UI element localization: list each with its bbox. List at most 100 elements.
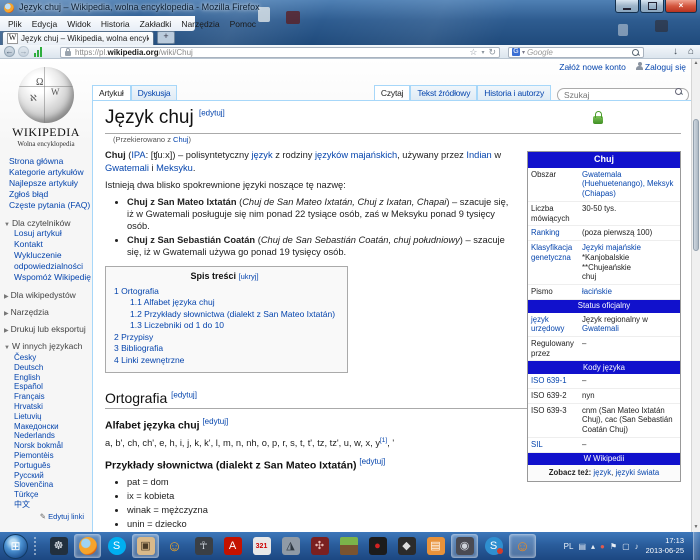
toc-item[interactable]: 4 Linki zewnętrzne — [114, 355, 335, 367]
wikipedia-logo[interactable]: ΩWℵ — [18, 67, 74, 123]
language-link[interactable]: Français — [14, 392, 92, 402]
language-link[interactable]: 中文 — [14, 500, 92, 510]
hidden-icons-arrow[interactable]: ▴ — [591, 542, 595, 551]
scrollbar-thumb[interactable] — [693, 119, 699, 251]
search-engine-dropdown-icon[interactable]: ▾ — [522, 49, 525, 56]
antivirus-icon[interactable]: ● — [600, 542, 605, 551]
browser-search-bar[interactable]: G ▾ Google — [508, 47, 644, 58]
inline-link[interactable]: Języki majańskie — [582, 243, 641, 252]
menu-zakładki[interactable]: Zakładki — [135, 19, 177, 29]
infobox-label[interactable]: Ranking — [528, 226, 579, 240]
menu-widok[interactable]: Widok — [62, 19, 96, 29]
flag-icon[interactable]: ⚑ — [610, 542, 617, 551]
vertical-scrollbar[interactable]: ▲ ▼ — [691, 59, 700, 532]
login-link[interactable]: Zaloguj się — [636, 62, 686, 72]
sidebar-section-collapsed[interactable]: ▶Drukuj lub eksportuj — [0, 324, 92, 334]
language-link[interactable]: Türkçe — [14, 490, 92, 500]
sidebar-link[interactable]: Losuj artykuł — [14, 228, 92, 239]
url-dropdown-icon[interactable]: ▾ — [481, 49, 484, 56]
taskbar-pinned-app-dark[interactable]: ☸ — [45, 534, 72, 558]
language-link[interactable]: Slovenčina — [14, 480, 92, 490]
inline-link[interactable]: język — [593, 468, 611, 477]
edit-section-link[interactable]: [edytuj] — [359, 457, 385, 466]
sidebar-section-readers[interactable]: ▼Dla czytelników — [0, 218, 92, 228]
search-engine-name[interactable]: Google — [527, 48, 632, 57]
menu-pomoc[interactable]: Pomoc — [225, 19, 261, 29]
taskbar-photo-app[interactable]: ◆ — [393, 534, 420, 558]
language-link[interactable]: Македонски — [14, 422, 92, 432]
printer-icon[interactable]: ▤ — [578, 542, 586, 551]
minimize-button[interactable] — [615, 0, 639, 13]
scroll-down-arrow[interactable]: ▼ — [692, 523, 700, 532]
edit-interlanguage-links[interactable]: ✎ Edytuj linki — [0, 512, 92, 521]
page-tab[interactable]: Tekst źródłowy — [410, 85, 477, 100]
url-text[interactable]: https://pl.wikipedia.org/wiki/Chuj — [75, 48, 469, 57]
menu-narzędzia[interactable]: Narzędzia — [176, 19, 224, 29]
taskbar-minecraft[interactable] — [335, 534, 362, 558]
language-link[interactable]: Lietuvių — [14, 412, 92, 422]
inline-link[interactable]: Gwatemali — [105, 163, 149, 173]
taskbar-skype-alt[interactable]: S — [480, 534, 507, 558]
language-link[interactable]: Piemontèis — [14, 451, 92, 461]
taskbar-sun-app[interactable]: ☺ — [509, 534, 536, 558]
inline-link[interactable]: IPA — [131, 150, 145, 160]
browser-tab[interactable]: W Język chuj – Wikipedia, wolna encyklop… — [2, 31, 154, 45]
keyboard-language-indicator[interactable]: PL — [564, 542, 574, 551]
start-button[interactable]: ⊞ — [3, 534, 28, 559]
language-link[interactable]: Norsk bokmål — [14, 441, 92, 451]
inline-link[interactable]: języków majańskich — [315, 150, 397, 160]
back-button[interactable]: ← — [4, 46, 15, 57]
page-tab[interactable]: Dyskusja — [131, 85, 178, 100]
search-engine-icon[interactable]: G — [512, 48, 520, 56]
taskbar-wolf-app[interactable]: ◮ — [277, 534, 304, 558]
sidebar-link[interactable]: Wykluczenie odpowiedzialności — [14, 250, 92, 272]
sidebar-section-collapsed[interactable]: ▶Dla wikipedystów — [0, 290, 92, 300]
wiki-search-magnifier-icon[interactable] — [675, 88, 682, 95]
sidebar-link[interactable]: Częste pytania (FAQ) — [9, 200, 92, 211]
inline-link[interactable]: Indian — [466, 150, 491, 160]
addon-stats-icon[interactable] — [34, 47, 42, 57]
toc-item[interactable]: 1 Ortografia — [114, 286, 335, 298]
infobox-label[interactable]: język urzędowy — [528, 313, 579, 336]
taskbar-skype[interactable]: S — [103, 534, 130, 558]
inline-link[interactable]: Meksyku — [156, 163, 193, 173]
toc-toggle-link[interactable]: [ukryj] — [239, 272, 259, 281]
toc-item[interactable]: 2 Przypisy — [114, 332, 335, 344]
toc-item[interactable]: 1.1 Alfabet języka chuj — [130, 297, 335, 309]
inline-link[interactable]: Gwatemala (Huehuetenango), — [582, 170, 647, 189]
taskbar-adobe-reader[interactable]: A — [219, 534, 246, 558]
language-link[interactable]: Nederlands — [14, 431, 92, 441]
create-account-link[interactable]: Załóż nowe konto — [559, 62, 626, 72]
taskbar-camera-app[interactable]: ◉ — [451, 534, 478, 558]
sidebar-link[interactable]: Zgłoś błąd — [9, 189, 92, 200]
menu-edycja[interactable]: Edycja — [27, 19, 63, 29]
taskbar-media-classic[interactable]: 321 — [248, 534, 275, 558]
forward-button[interactable]: → — [18, 46, 29, 57]
taskbar-figure-app[interactable]: ☥ — [190, 534, 217, 558]
taskbar-media-app[interactable]: ▣ — [132, 534, 159, 558]
edit-section-link[interactable]: [edytuj] — [171, 391, 197, 400]
network-icon[interactable]: ▢ — [622, 542, 630, 551]
home-icon[interactable]: ⌂ — [688, 45, 694, 58]
menu-historia[interactable]: Historia — [96, 19, 135, 29]
page-tab[interactable]: Czytaj — [374, 85, 410, 100]
volume-icon[interactable]: ♪ — [635, 542, 639, 551]
reload-icon[interactable]: ↻ — [488, 47, 496, 58]
url-bar[interactable]: https://pl.wikipedia.org/wiki/Chuj ☆ ▾ ↻ — [60, 47, 500, 58]
taskbar-film-app[interactable]: ▤ — [422, 534, 449, 558]
sidebar-link[interactable]: Najlepsze artykuły — [9, 178, 92, 189]
infobox-label[interactable]: ISO 639-1 — [528, 374, 579, 388]
language-link[interactable]: Português — [14, 461, 92, 471]
search-magnifier-icon[interactable] — [632, 49, 639, 56]
sidebar-link[interactable]: Wspomóż Wikipedię — [14, 272, 92, 283]
window-titlebar[interactable]: Język chuj – Wikipedia, wolna encykloped… — [0, 0, 700, 16]
show-desktop-button[interactable] — [693, 532, 700, 560]
new-tab-button[interactable]: + — [157, 31, 175, 44]
toc-item[interactable]: 1.2 Przykłady słownictwa (dialekt z San … — [130, 309, 335, 321]
inline-link[interactable]: łacińskie — [582, 287, 612, 296]
edit-page-link[interactable]: [edytuj] — [199, 109, 225, 118]
maximize-button[interactable] — [640, 0, 664, 13]
language-link[interactable]: Русский — [14, 471, 92, 481]
language-link[interactable]: English — [14, 373, 92, 383]
inline-link[interactable]: język — [251, 150, 272, 160]
